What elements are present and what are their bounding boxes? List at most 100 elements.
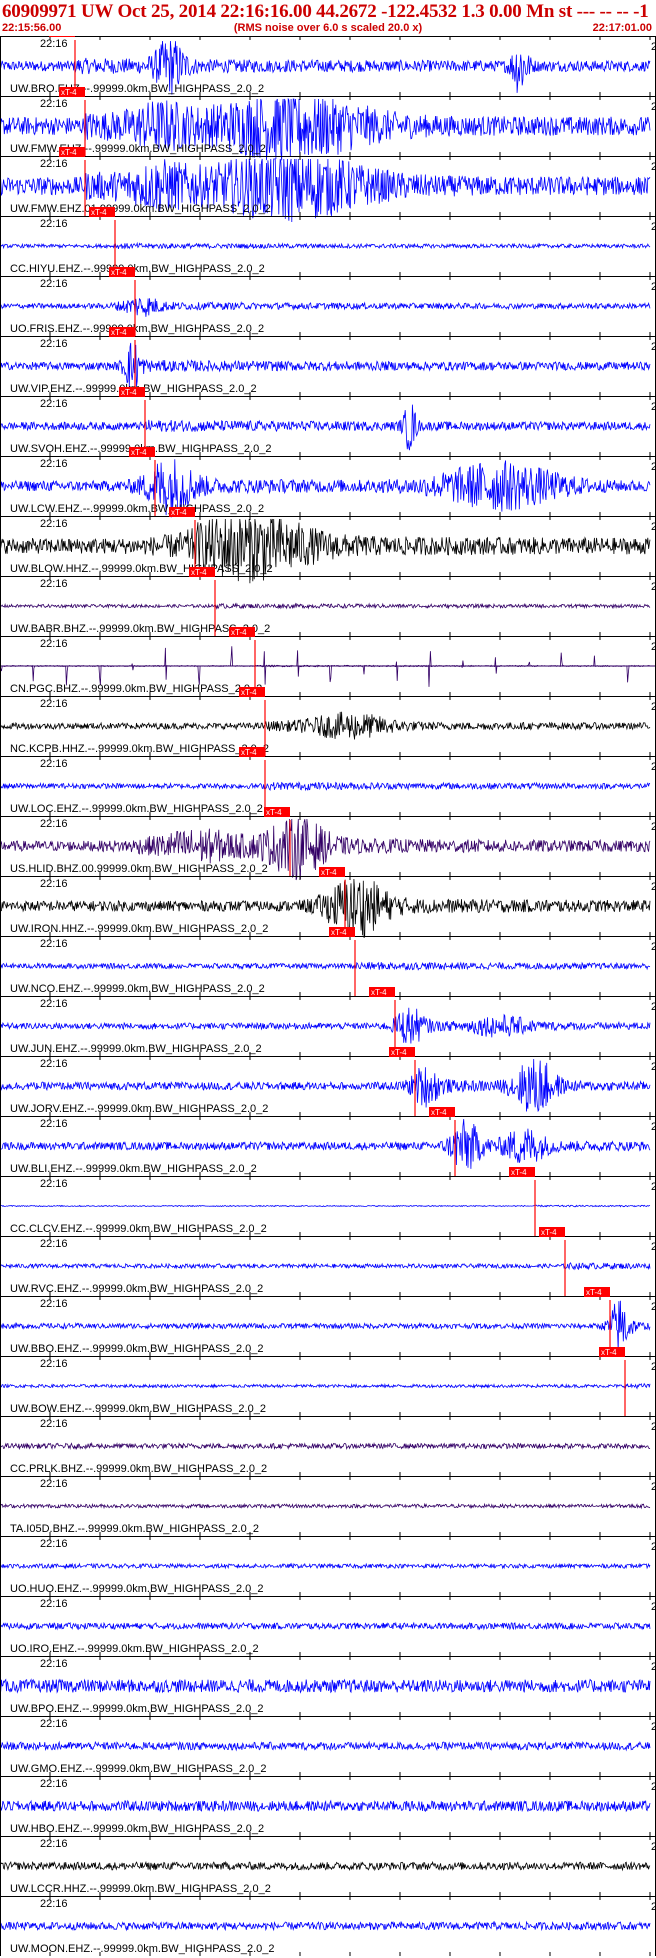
- channel-row: 22:16 2UW.BBO.EHZ.--.99999.0km.BW_HIGHPAS…: [0, 1287, 656, 1356]
- noise-scaling-note: (RMS noise over 6.0 s scaled 20.0 x): [233, 22, 423, 34]
- minute-label: 22:16: [40, 218, 68, 230]
- minute-label: 22:16: [40, 98, 68, 110]
- minute-label: 22:16: [40, 278, 68, 290]
- pick-label: xT-4: [91, 208, 107, 217]
- channel-row: 22:16 2UO.IRO.EHZ.--.99999.0km.BW_HIGHPAS…: [0, 1596, 656, 1656]
- pick-label: xT-4: [431, 1108, 447, 1117]
- waveform-trace: [0, 1860, 651, 1872]
- pick-label: xT-4: [331, 928, 347, 937]
- pick-label: xT-4: [511, 1168, 527, 1177]
- channel-row: 22:16 2UW.BRO.EHZ.--.99999.0km.BW_HIGHPAS…: [0, 36, 656, 96]
- channel-row: 22:16 2TA.I05D.BHZ.--.99999.0km.BW_HIGHPA…: [0, 1476, 656, 1536]
- minute-label: 22:16: [40, 1598, 68, 1610]
- pick-label: xT-4: [111, 328, 127, 337]
- pick-label: xT-4: [51, 36, 67, 37]
- channel-row: 22:16 2UW.IRON.HHZ.--.99999.0km.BW_HIGHPA…: [0, 867, 656, 938]
- minute-label: 22:16: [40, 38, 68, 50]
- channel-row: 22:16 2CN.PGC.BHZ.--.99999.0km.BW_HIGHPAS…: [0, 627, 656, 696]
- pick-label: xT-4: [131, 448, 147, 457]
- minute-label: 22:16: [40, 998, 68, 1010]
- minute-label: 22:16: [40, 578, 68, 590]
- channel-row: 22:16 2UW.JORV.EHZ.--.99999.0km.BW_HIGHPA…: [0, 1047, 656, 1116]
- pick-label: xT-4: [61, 148, 77, 157]
- channel-label: CC.CLCV.EHZ.--.99999.0km.BW_HIGHPASS_2.0…: [10, 1223, 267, 1235]
- pick-label: xT-4: [241, 688, 257, 697]
- waveform-trace: [0, 1920, 651, 1932]
- channel-row: 22:162UW.SVOH.EHZ.--.99999.0km.BW_HIGHPA…: [0, 387, 656, 456]
- channel-row: 22:16 2CC.CLCV.EHZ.--.99999.0km.BW_HIGHPA…: [0, 1167, 656, 1236]
- channel-row: 22:16 2UW.BOW.EHZ.--.99999.0km.BW_HIGHPAS…: [0, 1347, 656, 1416]
- minute-label: 22:16: [40, 1358, 68, 1370]
- minute-label: 22:16: [40, 1298, 68, 1310]
- channel-label: UW.JORV.EHZ.--.99999.0km.BW_HIGHPASS_2.0…: [10, 1103, 268, 1115]
- channel-label: UW.IRON.HHZ.--.99999.0km.BW_HIGHPASS_2.0…: [10, 923, 268, 935]
- channel-row: 22:16 2UW.LOC.EHZ.--.99999.0km.BW_HIGHPAS…: [0, 747, 656, 816]
- channel-row: 22:16 2CC.PRLK.BHZ.--.99999.0km.BW_HIGHPA…: [0, 1416, 656, 1476]
- minute-label: 22:16: [40, 1118, 68, 1130]
- channel-row: 22:162UW.VIP.EHZ.--.99999.0km.BW_HIGHPAS…: [0, 327, 656, 396]
- channel-label: UO.FRIS.EHZ.--.99999.0km.BW_HIGHPASS_2.0…: [10, 323, 264, 335]
- channel-row: 22:16 2UW.BPO.EHZ.--.99999.0km.BW_HIGHPAS…: [0, 1656, 656, 1716]
- channel-label: UW.FMW.EHZ.--.99999.0km.BW_HIGHPASS_2.0_…: [10, 143, 266, 155]
- waveform-trace: [0, 1740, 651, 1752]
- event-title: 60909971 UW Oct 25, 2014 22:16:16.00 44.…: [2, 1, 649, 22]
- channel-label: CC.HIYU.EHZ.--.99999.0km.BW_HIGHPASS_2.0…: [10, 263, 265, 275]
- channel-row: 22:16 2UW.FMW.EHZ.--.99999.0km.BW_HIGHPAS…: [0, 87, 656, 161]
- channel-row: 22:16 2UO.FRIS.EHZ.--.99999.0km.BW_HIGHPA…: [0, 267, 656, 336]
- channel-label: TA.I05D.BHZ.--.99999.0km.BW_HIGHPASS_2.0…: [10, 1523, 259, 1535]
- channel-label: UW.NCO.EHZ.--.99999.0km.BW_HIGHPASS_2.0_…: [10, 983, 265, 995]
- waveform-trace: [0, 961, 651, 971]
- channel-label: UW.BRO.EHZ.--.99999.0km.BW_HIGHPASS_2.0_…: [10, 83, 264, 95]
- pick-label: xT-4: [601, 1348, 617, 1357]
- waveform-trace: [0, 781, 651, 792]
- waveform-trace: [0, 1678, 651, 1694]
- channel-row: 22:16 2UW.HBO.EHZ.--.99999.0km.BW_HIGHPAS…: [0, 1776, 656, 1836]
- channel-label: UW.BOW.EHZ.--.99999.0km.BW_HIGHPASS_2.0_…: [10, 1403, 266, 1415]
- waveform-trace: [0, 1262, 651, 1271]
- waveform-trace: [0, 602, 651, 610]
- channel-row: 22:16 2UW.BABR.BHZ.--.99999.0km.BW_HIGHPA…: [0, 567, 656, 636]
- plot-header: 60909971 UW Oct 25, 2014 22:16:16.00 44.…: [0, 0, 656, 37]
- channel-label: UW.BPO.EHZ.--.99999.0km.BW_HIGHPASS_2.0_…: [10, 1703, 264, 1715]
- waveform-trace: [0, 241, 651, 250]
- waveform-trace: [0, 1007, 651, 1044]
- channel-label: NC.KCPB.HHZ.--.99999.0km.BW_HIGHPASS_2.0…: [10, 743, 269, 755]
- channel-row: 22:16 2UW.MOON.EHZ.--.99999.0km.BW_HIGHPA…: [0, 1896, 656, 1956]
- pick-label: xT-4: [541, 1228, 557, 1237]
- minute-label: 22:16: [40, 1418, 68, 1430]
- pick-label: xT-4: [586, 1288, 602, 1297]
- channel-row: 22:16 2UW.RVC.EHZ.--.99999.0km.BW_HIGHPAS…: [0, 1227, 656, 1296]
- minute-label: 22:16: [40, 1478, 68, 1490]
- minute-label: 22:16: [40, 1778, 68, 1790]
- minute-label: 22:16: [40, 638, 68, 650]
- channel-label: US.HLID.BHZ.00.99999.0km.BW_HIGHPASS_2.0…: [10, 863, 268, 875]
- minute-label: 22:16: [40, 878, 68, 890]
- waveform-trace: [0, 342, 651, 388]
- waveform-trace: [0, 1382, 651, 1391]
- pick-label: xT-4: [61, 88, 77, 97]
- minute-label: 22:16: [40, 758, 68, 770]
- pick-label: xT-4: [171, 508, 187, 517]
- minute-label: 22:16: [40, 1658, 68, 1670]
- pick-label: xT-4: [371, 988, 387, 997]
- channel-row: 22:16 2UW.BLI.EHZ.--.99999.0km.BW_HIGHPAS…: [0, 1107, 656, 1176]
- channel-label: UW.FMW.EHZ.01.99999.0km.BW_HIGHPASS_2.0_…: [10, 203, 271, 215]
- channel-label: UW.MOON.EHZ.--.99999.0km.BW_HIGHPASS_2.0…: [10, 1943, 274, 1955]
- channel-row: 22:16 2UW.NCO.EHZ.--.99999.0km.BW_HIGHPAS…: [0, 927, 656, 996]
- channel-row: 22:16 2NC.KCPB.HHZ.--.99999.0km.BW_HIGHPA…: [0, 687, 656, 756]
- minute-label: 22:16: [40, 938, 68, 950]
- waveform-trace: [0, 1621, 651, 1631]
- pick-label: xT-4: [231, 628, 247, 637]
- channel-label: UW.BLOW.HHZ.--.99999.0km.BW_HIGHPASS_2.0…: [10, 563, 273, 575]
- channel-label: UW.LCW.EHZ.--.99999.0km.BW_HIGHPASS_2.0_…: [10, 503, 264, 515]
- waveform-trace: [0, 1502, 651, 1510]
- minute-label: 22:16: [40, 518, 68, 530]
- channel-label: UW.BBO.EHZ.--.99999.0km.BW_HIGHPASS_2.0_…: [10, 1343, 264, 1355]
- minute-label: 22:16: [40, 1718, 68, 1730]
- channel-label: UW.JUN.EHZ.--.99999.0km.BW_HIGHPASS_2.0_…: [10, 1043, 262, 1055]
- waveform-trace: [0, 711, 651, 740]
- channel-label: CN.PGC.BHZ.--.99999.0km.BW_HIGHPASS_2.0_…: [10, 683, 262, 695]
- pick-label: xT-4: [266, 808, 282, 817]
- channel-label: CC.PRLK.BHZ.--.99999.0km.BW_HIGHPASS_2.0…: [10, 1463, 267, 1475]
- pick-label: xT-4: [191, 568, 207, 577]
